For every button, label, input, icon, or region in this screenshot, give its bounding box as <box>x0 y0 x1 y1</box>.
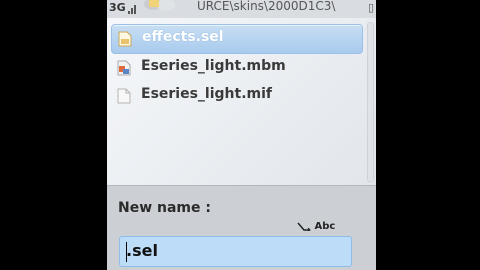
scrollbar[interactable] <box>367 22 374 182</box>
battery-icon: ▯ <box>367 1 374 14</box>
mif-file-icon <box>117 88 131 104</box>
rename-dialog: New name : Abc .sel <box>107 185 376 270</box>
folder-path: URCE\skins\2000D1C3\ <box>197 0 336 13</box>
file-row-eseries-light-mbm[interactable]: Eseries_light.mbm <box>111 54 363 82</box>
input-mode-indicator: Abc <box>297 221 335 232</box>
new-name-input[interactable]: .sel <box>119 236 352 267</box>
file-row-eseries-light-mif[interactable]: Eseries_light.mif <box>111 82 363 110</box>
file-row-effects-sel[interactable]: effects.sel <box>111 24 363 54</box>
sel-file-icon <box>118 31 132 47</box>
file-name: effects.sel <box>142 29 224 45</box>
file-name: Eseries_light.mbm <box>141 58 286 74</box>
new-name-value: .sel <box>126 241 158 260</box>
input-mode-label: Abc <box>314 221 336 232</box>
file-list: effects.sel Eseries_light.mbm Eseries_li… <box>111 24 363 110</box>
network-indicator: 3G <box>109 1 126 14</box>
signal-strength-icon <box>128 2 138 14</box>
file-manager-app-icon <box>144 0 175 11</box>
file-name: Eseries_light.mif <box>141 86 272 102</box>
dialog-title: New name : <box>118 200 211 216</box>
mbm-file-icon <box>117 60 131 76</box>
scrollbar-thumb[interactable] <box>368 23 373 181</box>
pen-input-icon <box>297 222 311 231</box>
text-cursor <box>126 242 127 262</box>
phone-screen: 3G URCE\skins\2000D1C3\ ▯ effects.sel Es… <box>107 0 376 270</box>
status-bar: 3G URCE\skins\2000D1C3\ ▯ <box>107 0 376 18</box>
